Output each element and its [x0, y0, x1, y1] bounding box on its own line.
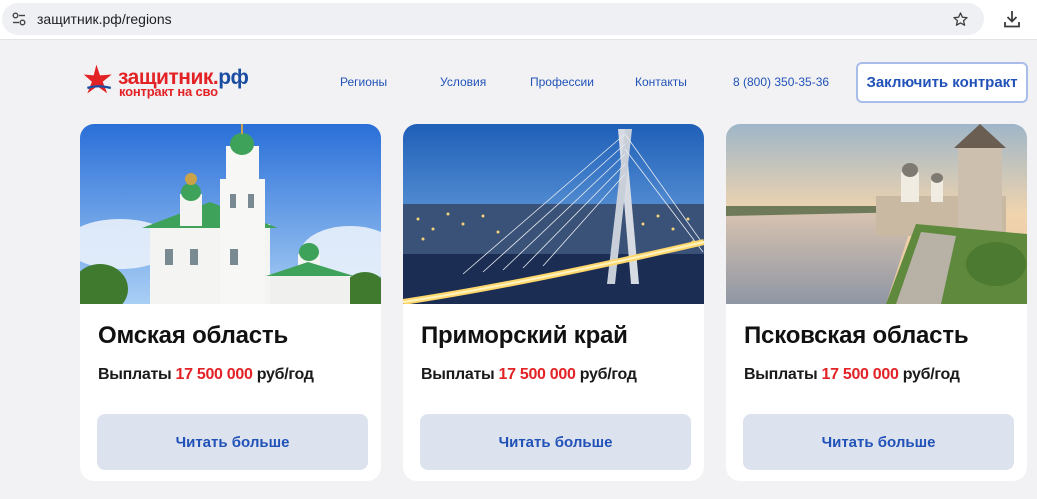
logo-title-blue: рф [218, 66, 249, 89]
region-image-omsk[interactable] [80, 124, 381, 304]
payout-unit: руб/год [902, 366, 960, 383]
region-image-pskov[interactable] [726, 124, 1027, 304]
region-title: Псковская область [744, 322, 969, 349]
read-more-button[interactable]: Читать больше [420, 414, 691, 470]
read-more-button[interactable]: Читать больше [97, 414, 368, 470]
payout-amount: 17 500 000 [821, 366, 899, 383]
region-image-primorsky[interactable] [403, 124, 704, 304]
payout-label: Выплаты [744, 366, 818, 383]
region-title: Омская область [98, 322, 289, 349]
payout-amount: 17 500 000 [498, 366, 576, 383]
sign-contract-button[interactable]: Заключить контракт [856, 62, 1028, 103]
logo-star-icon [83, 64, 112, 94]
payout-amount: 17 500 000 [175, 366, 253, 383]
nav-contacts[interactable]: Контакты [635, 75, 687, 89]
site-logo[interactable]: защитник.рф контракт на сво [82, 61, 262, 101]
phone-number[interactable]: 8 (800) 350-35-36 [733, 75, 829, 89]
site-info-icon[interactable] [12, 12, 26, 26]
nav-regions[interactable]: Регионы [340, 75, 387, 89]
region-card-omsk: Омская область Выплаты 17 500 000 руб/го… [80, 124, 381, 481]
region-title: Приморский край [421, 322, 628, 349]
payout-label: Выплаты [421, 366, 495, 383]
url-text[interactable]: защитник.рф/regions [37, 11, 172, 27]
region-card-pskov: Псковская область Выплаты 17 500 000 руб… [726, 124, 1027, 481]
payout-text: Выплаты 17 500 000 руб/год [421, 366, 637, 384]
nav-professions[interactable]: Профессии [530, 75, 594, 89]
payout-text: Выплаты 17 500 000 руб/год [98, 366, 314, 384]
download-icon[interactable] [1003, 10, 1021, 28]
address-bar[interactable]: защитник.рф/regions [2, 3, 984, 35]
browser-toolbar: защитник.рф/regions [0, 0, 1037, 40]
payout-text: Выплаты 17 500 000 руб/год [744, 366, 960, 384]
payout-label: Выплаты [98, 366, 172, 383]
read-more-button[interactable]: Читать больше [743, 414, 1014, 470]
region-card-primorsky: Приморский край Выплаты 17 500 000 руб/г… [403, 124, 704, 481]
logo-subtitle: контракт на сво [119, 84, 218, 99]
payout-unit: руб/год [256, 366, 314, 383]
bookmark-star-icon[interactable] [952, 11, 969, 28]
nav-conditions[interactable]: Условия [440, 75, 486, 89]
payout-unit: руб/год [579, 366, 637, 383]
